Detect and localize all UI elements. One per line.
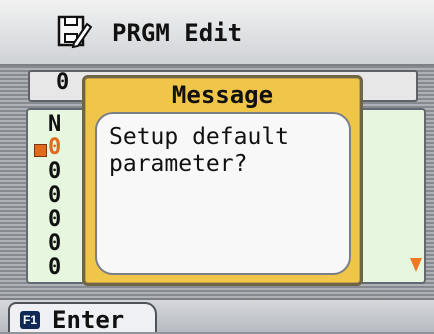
edit-document-icon xyxy=(57,15,92,49)
softkey-bar: F1 Enter xyxy=(0,298,434,334)
page-title: PRGM Edit xyxy=(112,19,243,47)
selected-row-marker xyxy=(34,144,47,157)
list-item: 0 xyxy=(48,159,62,184)
dialog-title: Message xyxy=(171,81,274,109)
header: PRGM Edit xyxy=(0,0,434,66)
device-screen: PRGM Edit 0 N 0 0 0 0 0 0 Message Setup … xyxy=(0,0,434,334)
list-item: 0 xyxy=(48,231,62,256)
scroll-down-arrow-icon xyxy=(410,258,422,272)
dialog-message-line-1: Setup default xyxy=(109,124,290,150)
list-item: 0 xyxy=(48,207,62,232)
program-name-text: 0 xyxy=(56,70,70,95)
list-item: 0 xyxy=(48,183,62,208)
f1-key-icon: F1 xyxy=(20,311,40,329)
dialog-message-box: Setup default parameter? xyxy=(95,112,351,275)
list-item: 0 xyxy=(48,255,62,280)
dialog-message-line-2: parameter? xyxy=(109,151,248,177)
enter-softkey[interactable]: F1 Enter xyxy=(8,302,157,334)
message-dialog: Message Setup default parameter? xyxy=(82,75,363,286)
list-header: N xyxy=(48,112,62,137)
list-item: 0 xyxy=(48,135,62,160)
